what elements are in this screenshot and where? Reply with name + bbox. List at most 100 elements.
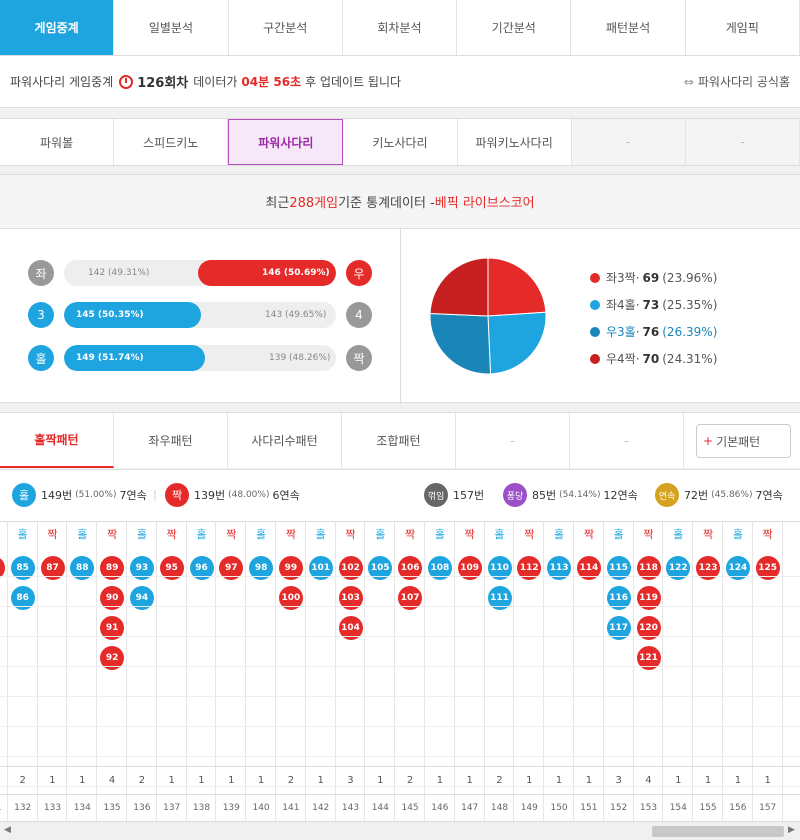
tab-odd-even-pattern[interactable]: 홀짝패턴 — [0, 413, 114, 468]
grid-row-line — [0, 666, 800, 667]
column-count: 2 — [406, 774, 414, 786]
tab-game-pick[interactable]: 게임픽 — [686, 0, 800, 55]
stat-mid: 기준 통계데이터 - — [338, 196, 435, 211]
column-round: 155 — [699, 803, 717, 813]
column-count: 1 — [49, 774, 56, 786]
column-header: 짝 — [166, 528, 177, 541]
column-header: 홀 — [17, 528, 28, 541]
column-round: 150 — [550, 803, 568, 813]
pie-slice — [429, 257, 489, 317]
summary-item: 연속 72번 (45.86%) 7연속 — [655, 483, 783, 507]
column-count: 1 — [228, 774, 235, 786]
legend-value: 69 — [642, 270, 660, 285]
tab-combo-pattern[interactable]: 조합패턴 — [342, 413, 456, 468]
summary-percent: (48.00%) — [228, 490, 270, 500]
summary-badge: 홀 — [12, 483, 36, 507]
column-count: 4 — [645, 774, 652, 786]
info-mid: 데이터가 — [193, 75, 238, 89]
summary-count: 72번 — [684, 489, 709, 502]
column-round: 142 — [312, 803, 330, 813]
stat-left-badge: 좌 — [28, 260, 54, 286]
legend-sep: · — [635, 270, 640, 285]
legend-dot — [590, 272, 600, 283]
pie-chart — [429, 257, 547, 375]
tab-keno-ladder[interactable]: 키노사다리 — [343, 119, 458, 165]
basic-pattern-button[interactable]: + 기본패턴 — [696, 424, 791, 458]
tab-pattern-analysis[interactable]: 패턴분석 — [571, 0, 686, 55]
tab-power-ladder[interactable]: 파워사다리 — [228, 119, 344, 165]
stat-right-label: 139 (48.26%) — [269, 353, 331, 363]
legend-item: 좌3짝 · 69 (23.96%) — [590, 264, 717, 291]
tab-round-analysis[interactable]: 회차분석 — [343, 0, 458, 55]
grid-row-line — [0, 576, 800, 577]
legend-sep: · — [635, 324, 640, 339]
column-header: 홀 — [434, 528, 445, 541]
scroll-right-icon[interactable]: ▶ — [788, 825, 795, 835]
tab-daily-analysis[interactable]: 일별분석 — [114, 0, 229, 55]
column-round: 133 — [43, 803, 62, 813]
stat-header: 최근 288게임 기준 통계데이터 - 베픽 라이브스코어 — [0, 174, 800, 228]
legend-item: 우4짝 · 70 (24.31%) — [590, 345, 717, 372]
stat-right-badge: 4 — [346, 302, 372, 328]
stat-left-badge: 홀 — [28, 345, 54, 371]
summary-badge: 짝 — [165, 483, 189, 507]
column-header: 짝 — [405, 528, 416, 541]
separator: | — [153, 488, 157, 501]
info-prefix: 파워사다리 게임중계 — [10, 75, 114, 89]
column-header: 짝 — [643, 528, 654, 541]
tab-period-analysis[interactable]: 기간분석 — [457, 0, 572, 55]
scroll-thumb[interactable] — [652, 826, 784, 837]
legend-item: 우3홀 · 76 (26.39%) — [590, 318, 717, 345]
stat-bar-track: 142 (49.31%) 146 (50.69%) — [64, 260, 336, 286]
column-count: 4 — [108, 774, 116, 786]
stat-right-badge: 짝 — [346, 345, 372, 371]
tab-left-right-pattern[interactable]: 좌우패턴 — [114, 413, 228, 468]
tab-power-keno-ladder[interactable]: 파워키노사다리 — [458, 119, 572, 165]
legend-dot — [590, 353, 600, 364]
legend-percent: (25.35%) — [662, 297, 718, 312]
column-count: 2 — [496, 774, 503, 786]
countdown-time: 04분 56초 — [241, 75, 302, 89]
official-site-label: 파워사다리 공식홈 — [697, 75, 790, 89]
tab-empty: - — [685, 119, 800, 165]
column-round: 151 — [580, 803, 598, 813]
column-count: 1 — [198, 774, 205, 786]
column-round: 153 — [639, 803, 658, 813]
tab-empty: - — [571, 119, 686, 165]
summary-count: 85번 — [532, 489, 557, 502]
legend-percent: (23.96%) — [662, 270, 718, 285]
column-header: 홀 — [554, 528, 565, 541]
tab-live[interactable]: 게임중계 — [0, 0, 115, 55]
stat-bar-track: 145 (50.35%) 143 (49.65%) — [64, 302, 336, 328]
info-suffix: 후 업데이트 됩니다 — [305, 75, 402, 89]
official-site-link[interactable]: ⇔ 파워사다리 공식홈 — [684, 73, 790, 90]
grid-row-line — [0, 726, 800, 727]
column-round: 156 — [729, 803, 747, 813]
tab-section-analysis[interactable]: 구간분석 — [229, 0, 343, 55]
summary-item: 홀 149번 (51.00%) 7연속 — [12, 483, 147, 507]
tab-speed-keno[interactable]: 스피드키노 — [114, 119, 229, 165]
stat-right-label: 146 (50.69%) — [262, 268, 330, 278]
top-tab-bar: 게임중계 일별분석 구간분석 회차분석 기간분석 패턴분석 게임픽 — [0, 0, 800, 56]
column-round: 137 — [163, 803, 181, 813]
column-count: 1 — [704, 774, 712, 786]
horizontal-scrollbar[interactable]: ◀ ▶ — [0, 821, 800, 840]
column-round: 144 — [371, 803, 389, 813]
grid-row-line — [0, 606, 800, 607]
column-round: 147 — [461, 803, 479, 813]
summary-streak: 7연속 — [755, 489, 783, 502]
legend-item: 좌4홀 · 73 (25.35%) — [590, 291, 717, 318]
tab-ladder-count-pattern[interactable]: 사다리수패턴 — [228, 413, 342, 468]
summary-item: 퐁당 85번 (54.14%) 12연속 — [503, 483, 638, 507]
column-header: 짝 — [762, 528, 773, 541]
scroll-left-icon[interactable]: ◀ — [4, 825, 11, 835]
stat-left-label: 145 (50.35%) — [76, 310, 144, 320]
column-header: 짝 — [107, 528, 118, 541]
column-round: 135 — [103, 803, 121, 813]
summary-percent: (54.14%) — [559, 490, 601, 500]
column-round: 157 — [759, 803, 777, 813]
legend-name: 좌4홀 — [606, 298, 636, 312]
column-round: 152 — [610, 803, 628, 813]
column-count: 1 — [436, 774, 444, 786]
tab-powerball[interactable]: 파워볼 — [0, 119, 115, 165]
